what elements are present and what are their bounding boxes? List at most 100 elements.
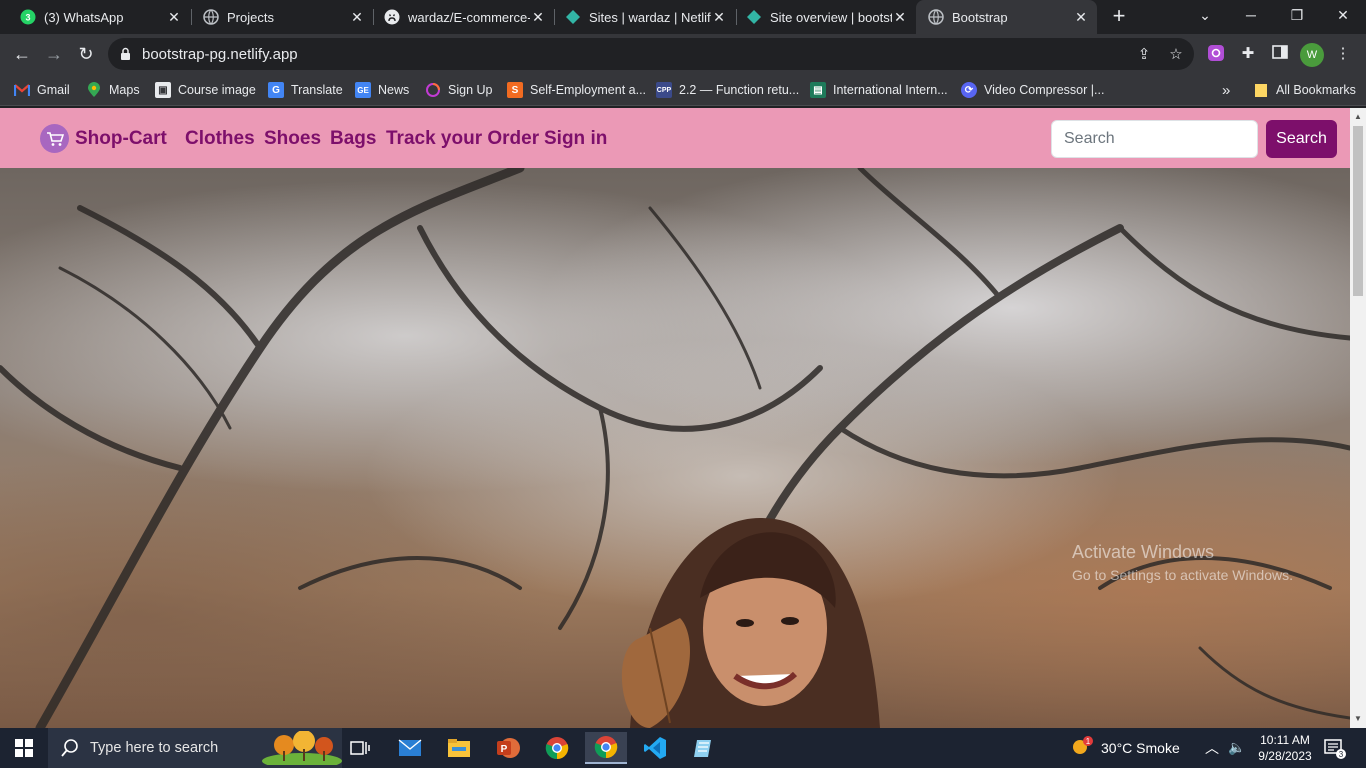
svg-text:P: P: [501, 744, 508, 755]
close-tab-icon[interactable]: ✕: [166, 9, 182, 25]
netlify-icon: [746, 9, 762, 25]
system-clock[interactable]: 10:11 AM 9/28/2023: [1245, 732, 1325, 764]
all-bookmarks-folder[interactable]: All Bookmarks: [1253, 81, 1356, 99]
cart-icon: [40, 124, 69, 153]
activate-windows-title: Activate Windows: [1072, 542, 1215, 562]
weather-text[interactable]: 30°C Smoke: [1101, 740, 1180, 756]
nav-link-bags[interactable]: Bags: [330, 128, 376, 150]
github-icon: [384, 9, 400, 25]
scroll-down-arrow-icon[interactable]: ▼: [1353, 714, 1363, 724]
bookmark-gmail[interactable]: Gmail: [14, 81, 70, 99]
bookmark-international-intern[interactable]: ▤ International Intern...: [810, 81, 948, 99]
tab-bootstrap[interactable]: Bootstrap ✕: [916, 0, 1097, 34]
tab-netlify-overview[interactable]: Site overview | bootst ✕: [726, 0, 916, 34]
tab-github[interactable]: wardaz/E-commerce- ✕: [364, 0, 554, 34]
start-button[interactable]: [0, 728, 48, 768]
notepad-app-icon[interactable]: [683, 732, 725, 764]
scrollbar-thumb[interactable]: [1353, 126, 1363, 296]
bookmark-translate[interactable]: G Translate: [268, 81, 343, 99]
weather-icon[interactable]: 1: [1069, 736, 1093, 763]
bookmark-sign-up[interactable]: Sign Up: [425, 81, 492, 99]
cpp-icon: CPP: [656, 82, 672, 98]
chrome-dev-icon[interactable]: [536, 732, 578, 764]
page-scrollbar[interactable]: ▲ ▼: [1350, 108, 1366, 728]
tab-projects[interactable]: Projects ✕: [183, 0, 373, 34]
tray-overflow-chevron-icon[interactable]: ︿: [1205, 738, 1219, 758]
tab-netlify-sites[interactable]: Sites | wardaz | Netlify ✕: [545, 0, 735, 34]
profile-avatar[interactable]: W: [1300, 43, 1324, 67]
bookmark-label: Self-Employment a...: [530, 83, 647, 97]
bookmark-label: Sign Up: [448, 83, 493, 97]
close-tab-icon[interactable]: ✕: [711, 9, 727, 25]
tab-title: wardaz/E-commerce-: [408, 9, 530, 25]
share-icon[interactable]: ⇪: [1135, 46, 1153, 64]
translate-icon: G: [268, 82, 284, 98]
forward-button[interactable]: →: [42, 42, 66, 66]
taskbar-search-box[interactable]: Type here to search: [48, 728, 342, 768]
clock-date: 9/28/2023: [1258, 749, 1312, 763]
minimize-button[interactable]: ─: [1228, 0, 1274, 30]
clock-time: 10:11 AM: [1260, 733, 1310, 747]
nav-link-shoes[interactable]: Shoes: [264, 128, 321, 150]
vscode-icon[interactable]: [634, 732, 676, 764]
compress-icon: ⟳: [961, 82, 977, 98]
tab-title: Projects: [227, 9, 274, 25]
new-tab-button[interactable]: +: [1108, 5, 1130, 29]
book-icon: ▤: [810, 82, 826, 98]
chrome-icon[interactable]: [585, 732, 627, 764]
site-search-button[interactable]: Search: [1266, 120, 1337, 158]
close-tab-icon[interactable]: ✕: [349, 9, 365, 25]
bookmark-news[interactable]: GE News: [355, 81, 409, 99]
gmail-icon: [14, 82, 30, 98]
autumn-trees-icon: [262, 731, 342, 765]
restore-button[interactable]: ❐: [1274, 0, 1320, 30]
taskbar-search-placeholder: Type here to search: [90, 740, 219, 756]
close-window-button[interactable]: ✕: [1320, 0, 1366, 30]
mail-icon[interactable]: [389, 732, 431, 764]
brand-link[interactable]: Shop-Cart: [40, 124, 167, 153]
whatsapp-icon: 3: [20, 9, 36, 25]
close-tab-icon[interactable]: ✕: [1073, 9, 1089, 25]
bookmark-maps[interactable]: Maps: [86, 81, 140, 99]
side-panel-icon[interactable]: [1270, 44, 1290, 64]
bookmark-label: International Intern...: [833, 83, 948, 97]
reload-button[interactable]: ↻: [74, 42, 98, 66]
nav-link-sign-in[interactable]: Sign in: [544, 128, 607, 150]
scroll-up-arrow-icon[interactable]: ▲: [1353, 112, 1363, 122]
site-search-input[interactable]: [1051, 120, 1258, 158]
bookmark-video-compressor[interactable]: ⟳ Video Compressor |...: [961, 81, 1104, 99]
bookmark-label: Course image: [178, 83, 256, 97]
notification-icon[interactable]: 3: [1324, 738, 1346, 765]
bookmark-star-icon[interactable]: ☆: [1167, 46, 1185, 64]
bookmarks-overflow-button[interactable]: »: [1222, 81, 1230, 99]
folder-icon: [1253, 82, 1269, 98]
volume-icon[interactable]: 🔈: [1228, 739, 1245, 756]
tab-whatsapp[interactable]: 3 (3) WhatsApp ✕: [0, 0, 190, 34]
more-menu-icon[interactable]: ⋮: [1333, 44, 1353, 64]
bookmark-function-return[interactable]: CPP 2.2 — Function retu...: [656, 81, 799, 99]
address-bar[interactable]: bootstrap-pg.netlify.app ⇪ ☆: [108, 38, 1194, 70]
bookmark-course-image[interactable]: ▣ Course image: [155, 81, 256, 99]
close-tab-icon[interactable]: ✕: [530, 9, 546, 25]
activate-windows-subtitle: Go to Settings to activate Windows.: [1072, 567, 1293, 583]
nav-link-track-order[interactable]: Track your Order: [386, 128, 539, 150]
maps-icon: [86, 82, 102, 98]
tab-title: (3) WhatsApp: [44, 9, 124, 25]
nav-link-clothes[interactable]: Clothes: [185, 128, 255, 150]
powerpoint-icon[interactable]: P: [487, 732, 529, 764]
back-button[interactable]: ←: [10, 42, 34, 66]
extension-purple-icon[interactable]: [1206, 44, 1226, 64]
file-explorer-icon[interactable]: [438, 732, 480, 764]
bookmark-label: All Bookmarks: [1276, 83, 1356, 97]
news-icon: GE: [355, 82, 371, 98]
netlify-icon: [565, 9, 581, 25]
bookmark-self-employment[interactable]: S Self-Employment a...: [507, 81, 646, 99]
tab-search-chevron-icon[interactable]: ⌄: [1182, 0, 1228, 30]
task-view-icon[interactable]: [339, 732, 381, 764]
extensions-puzzle-icon[interactable]: ✚: [1238, 44, 1258, 64]
close-tab-icon[interactable]: ✕: [892, 9, 908, 25]
lock-icon: [120, 47, 131, 61]
hero-image: [0, 168, 1350, 728]
bookmark-label: Translate: [291, 83, 343, 97]
tab-strip: 3 (3) WhatsApp ✕ Projects ✕ wardaz/E-com…: [0, 0, 1366, 34]
